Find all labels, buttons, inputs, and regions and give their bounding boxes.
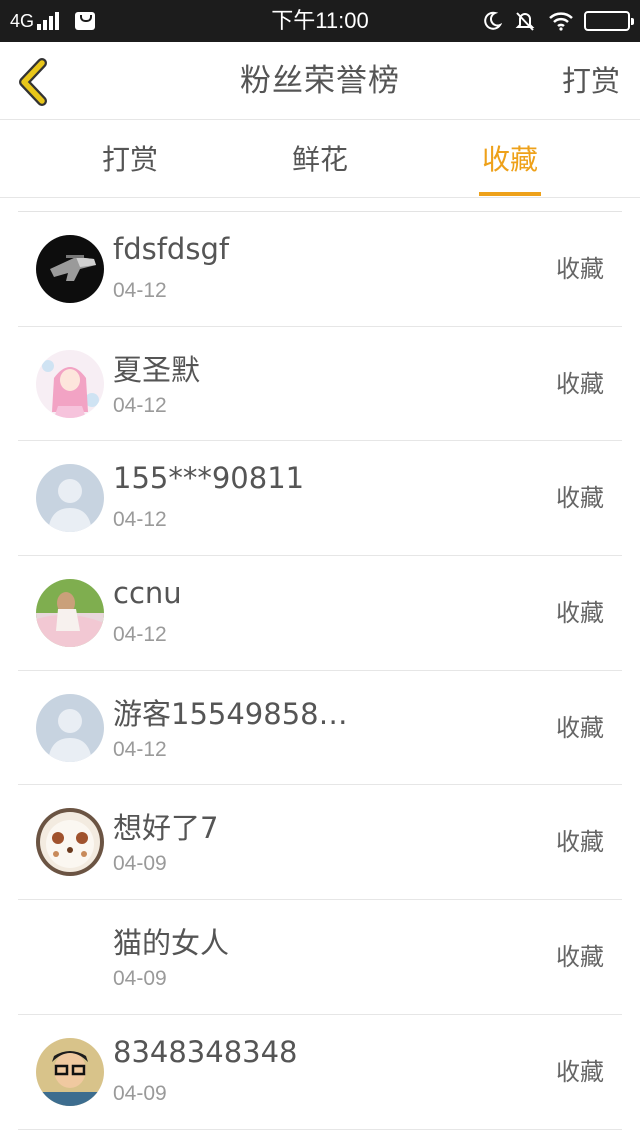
avatar: [36, 464, 104, 533]
avatar: [36, 923, 104, 992]
latte-art-avatar: [36, 808, 104, 877]
user-name: 猫的女人: [113, 926, 230, 961]
item-type: 收藏: [556, 484, 604, 513]
active-tab-indicator: [479, 192, 541, 196]
avatar: [36, 808, 104, 877]
status-bar: 4G 下午11:00: [0, 0, 640, 42]
list-item[interactable]: 夏圣默 04-12 收藏: [18, 327, 622, 442]
tab-reward[interactable]: 打赏: [50, 120, 210, 198]
moon-icon: [484, 11, 502, 30]
user-name: fdsfdsgf: [113, 232, 230, 266]
default-user-avatar: [36, 464, 104, 533]
item-date: 04-12: [113, 737, 167, 761]
reward-button[interactable]: 打赏: [562, 42, 620, 120]
avatar: [36, 693, 104, 762]
list-item[interactable]: 游客15549858… 04-12 收藏: [18, 671, 622, 786]
mute-icon: [515, 12, 535, 31]
item-date: 04-09: [113, 1081, 167, 1105]
item-date: 04-12: [113, 508, 167, 532]
list-item[interactable]: ccnu 04-12 收藏: [18, 556, 622, 671]
item-type: 收藏: [556, 369, 604, 398]
list-item[interactable]: fdsfdsgf 04-12 收藏: [18, 212, 622, 327]
blank-avatar: [36, 923, 104, 992]
item-date: 04-09: [113, 967, 167, 991]
user-name: 夏圣默: [113, 352, 201, 387]
list-item[interactable]: 猫的女人 04-09 收藏: [18, 900, 622, 1015]
user-name: 8348348348: [113, 1034, 298, 1069]
item-type: 收藏: [556, 599, 604, 628]
user-name: ccnu: [113, 576, 182, 611]
avatar: [36, 579, 104, 648]
tab-label: 打赏: [101, 143, 158, 176]
tab-favorites[interactable]: 收藏: [430, 120, 590, 198]
item-type: 收藏: [556, 828, 604, 857]
nav-bar: 粉丝荣誉榜 打赏: [0, 42, 640, 120]
item-type: 收藏: [556, 255, 604, 283]
anime-girl-avatar: [36, 349, 104, 418]
user-name: 想好了7: [113, 811, 219, 846]
item-date: 04-12: [113, 623, 167, 647]
item-type: 收藏: [556, 943, 604, 972]
user-name: 游客15549858…: [113, 696, 348, 731]
item-date: 04-12: [113, 393, 167, 417]
status-right: [470, 0, 634, 42]
tab-label: 鲜花: [291, 143, 348, 176]
list-item[interactable]: 想好了7 04-09 收藏: [18, 785, 622, 901]
app-screen: 4G 下午11:00 粉丝荣誉榜 打赏 打赏 鲜花 收藏 fdsfdsgf 04…: [0, 0, 640, 1138]
tab-label: 收藏: [481, 143, 538, 176]
fan-list: fdsfdsgf 04-12 收藏 夏圣默 04-12 收藏 155***908…: [18, 211, 622, 1130]
page-title: 粉丝荣誉榜: [240, 63, 400, 99]
avatar: [36, 349, 104, 418]
item-type: 收藏: [556, 1057, 604, 1086]
item-type: 收藏: [556, 713, 604, 742]
girl-photo-avatar: [36, 579, 104, 648]
avatar: [36, 1037, 104, 1106]
item-date: 04-09: [113, 852, 167, 876]
avatar: [36, 235, 104, 303]
user-name: 155***90811: [113, 461, 305, 496]
battery-icon: [584, 11, 634, 31]
list-item[interactable]: 8348348348 04-09 收藏: [18, 1015, 622, 1130]
gun-photo-avatar: [36, 235, 104, 303]
tab-flowers[interactable]: 鲜花: [240, 120, 400, 198]
item-date: 04-12: [113, 279, 167, 302]
tab-bar: 打赏 鲜花 收藏: [0, 120, 640, 198]
boy-glasses-avatar: [36, 1037, 104, 1106]
list-item[interactable]: 155***90811 04-12 收藏: [18, 441, 622, 557]
wifi-icon: [549, 12, 573, 31]
default-user-avatar: [36, 693, 104, 762]
